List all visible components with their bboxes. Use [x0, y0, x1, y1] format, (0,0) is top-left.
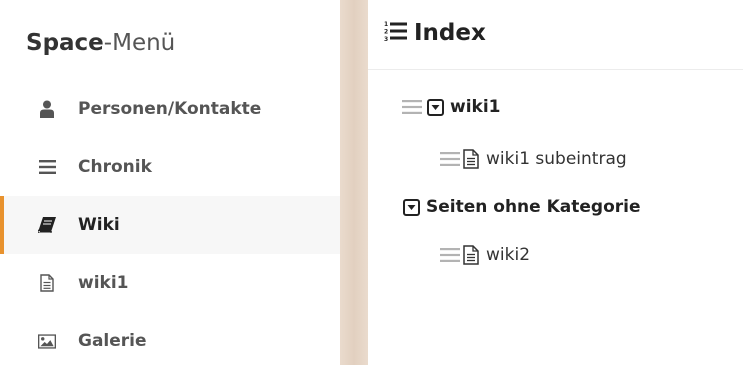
collapse-toggle-icon[interactable]: [426, 98, 444, 116]
tree-item-label[interactable]: Seiten ohne Kategorie: [426, 197, 641, 217]
image-icon: [38, 332, 56, 350]
menu-item-personen-kontakte[interactable]: Personen/Kontakte: [0, 80, 340, 138]
tree-row-wiki1: wiki1: [402, 94, 501, 120]
space-menu-title-light: -Menü: [103, 30, 176, 56]
menu-item-label: Wiki: [78, 215, 120, 235]
tree-item-label[interactable]: wiki1 subeintrag: [486, 149, 627, 169]
tree-item-label[interactable]: wiki2: [486, 245, 530, 265]
space-menu-list: Personen/Kontakte Chronik Wiki wiki1 Gal: [0, 80, 340, 365]
list-icon: [38, 158, 56, 176]
drag-handle-icon[interactable]: [402, 99, 422, 115]
collapse-toggle-icon[interactable]: [402, 198, 420, 216]
numbered-list-icon: 1 2 3: [384, 20, 408, 46]
document-icon: [462, 149, 480, 169]
space-menu: Space-Menü Personen/Kontakte Chronik Wik…: [0, 0, 340, 365]
svg-text:3: 3: [384, 36, 388, 42]
index-panel: 1 2 3 Index wiki1 wiki1 subeintrag Seite…: [368, 0, 743, 365]
page-title-label: Index: [414, 20, 486, 46]
menu-item-wiki[interactable]: Wiki: [0, 196, 340, 254]
menu-item-chronik[interactable]: Chronik: [0, 138, 340, 196]
panel-divider: [340, 0, 368, 365]
menu-item-label: Personen/Kontakte: [78, 99, 262, 119]
menu-item-label: Galerie: [78, 331, 147, 351]
tree-item-label[interactable]: wiki1: [450, 97, 501, 117]
book-icon: [38, 216, 56, 234]
drag-handle-icon[interactable]: [440, 247, 460, 263]
person-icon: [38, 100, 56, 118]
space-menu-title: Space-Menü: [26, 28, 175, 58]
menu-item-wiki1[interactable]: wiki1: [0, 254, 340, 312]
menu-item-label: Chronik: [78, 157, 152, 177]
menu-item-label: wiki1: [78, 273, 129, 293]
tree-row-wiki2: wiki2: [440, 242, 530, 268]
svg-text:2: 2: [384, 29, 388, 36]
tree-row-seiten-ohne-kategorie: Seiten ohne Kategorie: [402, 194, 641, 220]
space-menu-title-bold: Space: [26, 30, 104, 56]
svg-text:1: 1: [384, 21, 388, 28]
index-header: 1 2 3 Index: [368, 0, 743, 70]
drag-handle-icon[interactable]: [440, 151, 460, 167]
menu-item-galerie[interactable]: Galerie: [0, 312, 340, 365]
document-icon: [462, 245, 480, 265]
page-title: 1 2 3 Index: [384, 20, 486, 46]
tree-row-wiki1-subeintrag: wiki1 subeintrag: [440, 146, 627, 172]
document-icon: [38, 274, 56, 292]
